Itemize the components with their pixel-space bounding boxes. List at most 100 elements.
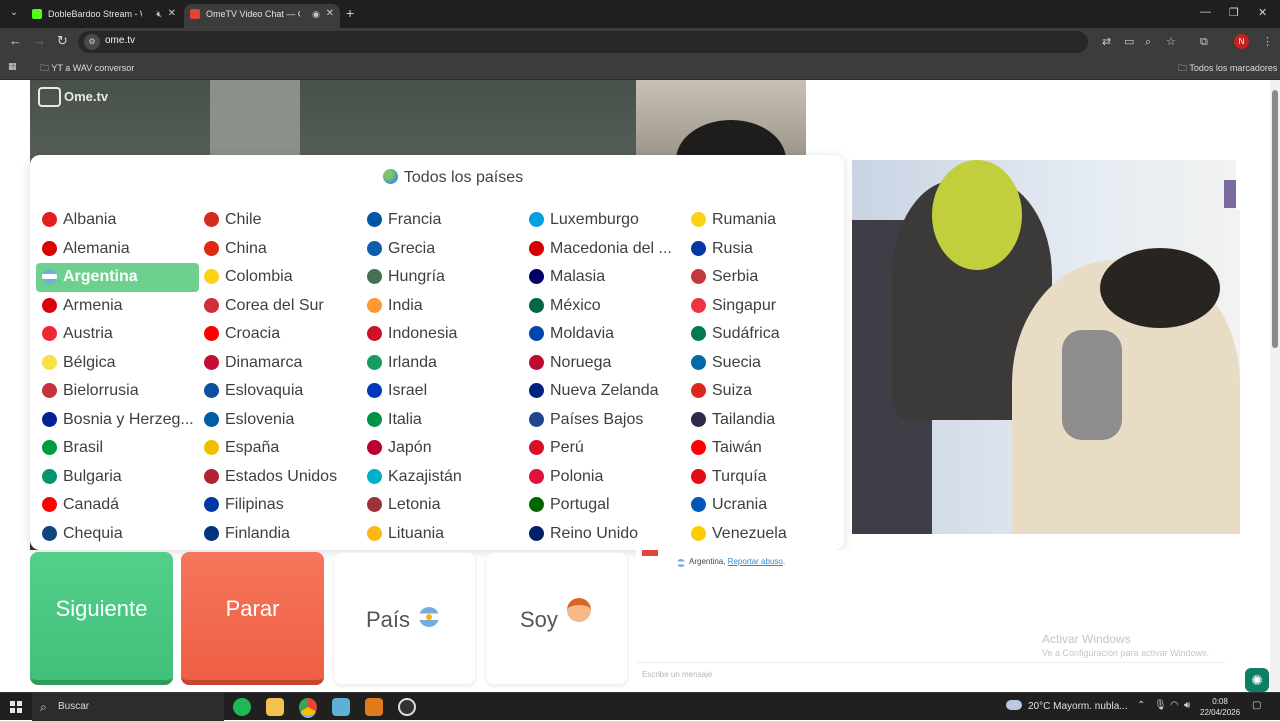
country-option[interactable]: Malasia (523, 263, 686, 292)
dropdown-title[interactable]: Todos los países (30, 169, 876, 187)
ometv-logo[interactable]: Ome.tv (38, 87, 110, 107)
report-abuse-link[interactable]: Reportar abuso (728, 557, 783, 566)
url-text[interactable]: ome.tv (105, 35, 135, 46)
country-option[interactable]: Bélgica (36, 349, 199, 378)
country-option[interactable]: Reino Unido (523, 520, 686, 549)
windows-start-icon[interactable] (10, 701, 22, 713)
country-option[interactable]: Venezuela (685, 520, 848, 549)
country-option[interactable]: Filipinas (198, 491, 361, 520)
volume-icon[interactable]: 🔊︎ (1184, 700, 1190, 711)
site-info-icon[interactable]: ⚙ (84, 34, 100, 50)
country-option[interactable]: Albania (36, 206, 199, 235)
country-option[interactable]: Letonia (361, 491, 524, 520)
country-option[interactable]: Noruega (523, 349, 686, 378)
country-option[interactable]: Finlandia (198, 520, 361, 549)
country-option[interactable]: Argentina (36, 263, 199, 292)
tray-chevron-icon[interactable]: ⌃ (1137, 700, 1145, 711)
country-filter-button[interactable]: País (333, 552, 476, 685)
wifi-icon[interactable]: ◠ (1170, 700, 1179, 711)
country-option[interactable]: Luxemburgo (523, 206, 686, 235)
country-option[interactable]: Corea del Sur (198, 292, 361, 321)
extensions-icon[interactable]: ⧉ (1200, 35, 1208, 49)
stop-button[interactable]: Parar (181, 552, 324, 685)
country-option[interactable]: Grecia (361, 235, 524, 264)
next-button[interactable]: Siguiente (30, 552, 173, 685)
forward-icon[interactable]: → (33, 34, 46, 48)
menu-kebab-icon[interactable]: ⋮ (1262, 35, 1273, 49)
country-option[interactable]: Indonesia (361, 320, 524, 349)
translate-icon[interactable]: ⇄ (1102, 35, 1111, 49)
all-bookmarks[interactable]: 🗀 Todos los marcadores (1178, 61, 1277, 77)
country-option[interactable]: Japón (361, 434, 524, 463)
gender-button[interactable]: Soy (485, 552, 628, 685)
country-option[interactable]: Eslovenia (198, 406, 361, 435)
country-option[interactable]: Hungría (361, 263, 524, 292)
country-option[interactable]: Suiza (685, 377, 848, 406)
page-scrollbar[interactable] (1270, 80, 1280, 692)
country-option[interactable]: Italia (361, 406, 524, 435)
apps-grid-icon[interactable]: ▦ (8, 61, 17, 72)
country-option[interactable]: Croacia (198, 320, 361, 349)
speaker-muted-icon[interactable]: 🔇︎ (156, 4, 162, 24)
country-option[interactable]: Perú (523, 434, 686, 463)
country-option[interactable]: Kazajistán (361, 463, 524, 492)
tab-doblebardoo[interactable]: DobleBardoo Stream - Watc 🔇︎ ✕ (26, 4, 182, 28)
country-option[interactable]: Canadá (36, 491, 199, 520)
country-option[interactable]: Estados Unidos (198, 463, 361, 492)
country-option[interactable]: Lituania (361, 520, 524, 549)
microphone-icon[interactable]: 🎙︎ (1154, 700, 1167, 711)
country-option[interactable]: Ucrania (685, 491, 848, 520)
app-icon[interactable] (365, 698, 383, 716)
country-option[interactable]: Suecia (685, 349, 848, 378)
country-option[interactable]: Austria (36, 320, 199, 349)
minimize-icon[interactable]: — (1200, 6, 1211, 18)
country-option[interactable]: Portugal (523, 491, 686, 520)
omnibox[interactable]: ⚙ ome.tv (78, 31, 1088, 53)
country-option[interactable]: Eslovaquia (198, 377, 361, 406)
obs-icon[interactable] (398, 698, 416, 716)
chrome-icon[interactable] (299, 698, 317, 716)
taskbar-search[interactable]: ⌕ Buscar (32, 693, 224, 721)
profile-avatar[interactable]: N (1234, 34, 1249, 49)
country-option[interactable]: Armenia (36, 292, 199, 321)
country-option[interactable]: Rumania (685, 206, 848, 235)
country-option[interactable]: Chequia (36, 520, 199, 549)
country-option[interactable]: Irlanda (361, 349, 524, 378)
bookmark-star-icon[interactable]: ☆ (1166, 35, 1176, 49)
country-option[interactable]: Colombia (198, 263, 361, 292)
country-option[interactable]: Nueva Zelanda (523, 377, 686, 406)
back-icon[interactable]: ← (9, 34, 22, 48)
country-option[interactable]: Rusia (685, 235, 848, 264)
country-option[interactable]: México (523, 292, 686, 321)
country-option[interactable]: Sudáfrica (685, 320, 848, 349)
tab-close-icon[interactable]: ✕ (326, 4, 334, 24)
country-option[interactable]: Brasil (36, 434, 199, 463)
country-option[interactable]: Moldavia (523, 320, 686, 349)
tab-close-icon[interactable]: ✕ (168, 4, 176, 24)
tab-ometv[interactable]: OmeTV Video Chat — Ome ◉ ✕ (184, 4, 340, 28)
bookmark-yt-wav[interactable]: 🗀 YT a WAV conversor (40, 61, 134, 77)
file-explorer-icon[interactable] (266, 698, 284, 716)
cast-icon[interactable]: ▭ (1124, 35, 1134, 49)
country-option[interactable]: Alemania (36, 235, 199, 264)
close-window-icon[interactable]: ✕ (1258, 6, 1267, 19)
country-option[interactable]: Macedonia del ... (523, 235, 686, 264)
notepad-icon[interactable] (332, 698, 350, 716)
country-option[interactable]: Chile (198, 206, 361, 235)
country-option[interactable]: Tailandia (685, 406, 848, 435)
country-option[interactable]: China (198, 235, 361, 264)
country-option[interactable]: Bosnia y Herzeg... (36, 406, 199, 435)
country-option[interactable]: Francia (361, 206, 524, 235)
zoom-icon[interactable]: ⌕ (1145, 35, 1151, 49)
country-option[interactable]: Países Bajos (523, 406, 686, 435)
country-option[interactable]: Turquía (685, 463, 848, 492)
country-option[interactable]: Israel (361, 377, 524, 406)
country-option[interactable]: Polonia (523, 463, 686, 492)
country-option[interactable]: Dinamarca (198, 349, 361, 378)
restore-icon[interactable]: ❐ (1229, 6, 1239, 19)
country-option[interactable]: Bulgaria (36, 463, 199, 492)
chatgpt-extension-icon[interactable]: ✺ (1245, 668, 1269, 692)
country-option[interactable]: Singapur (685, 292, 848, 321)
country-option[interactable]: Taiwán (685, 434, 848, 463)
reload-icon[interactable]: ↻ (57, 34, 68, 48)
